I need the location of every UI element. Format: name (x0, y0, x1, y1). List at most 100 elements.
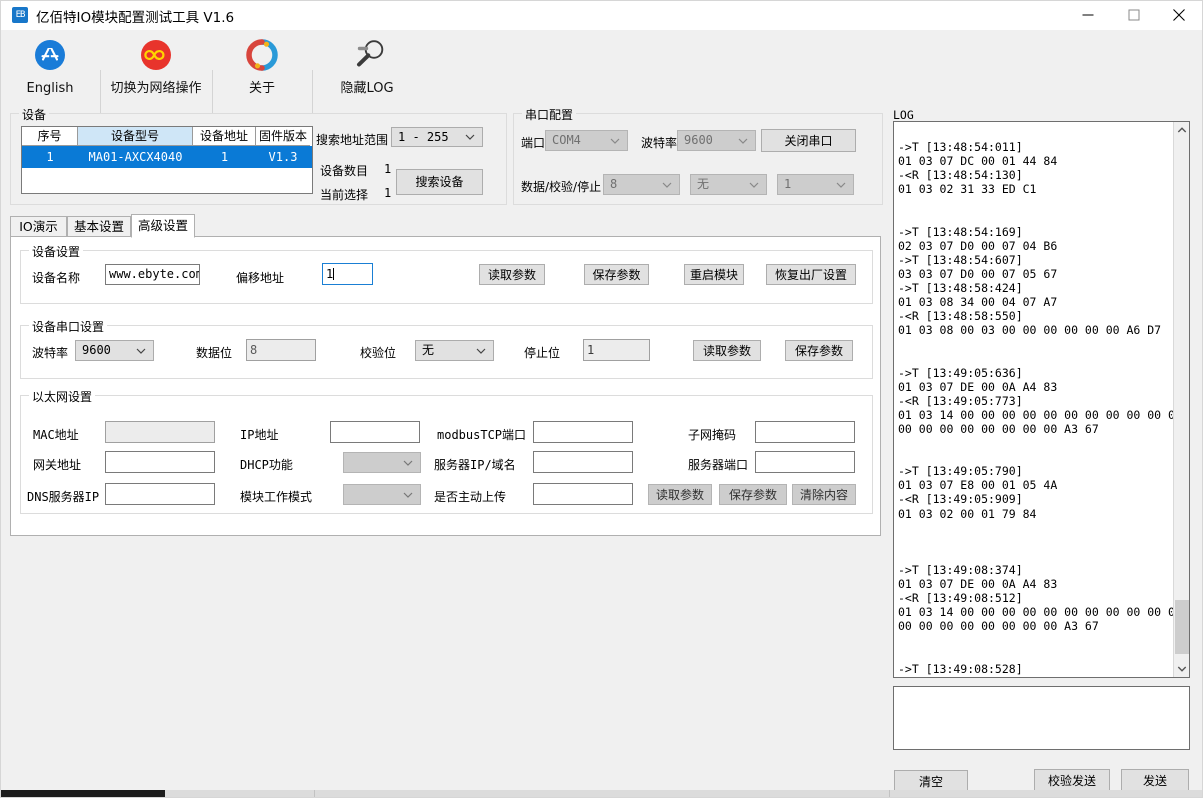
factory-reset-button[interactable]: 恢复出厂设置 (766, 264, 856, 285)
parity-select[interactable]: 无 (690, 174, 767, 195)
dev-data-bits-input[interactable]: 8 (246, 339, 316, 361)
device-serial-settings-title: 设备串口设置 (29, 318, 107, 335)
read-params-button-device[interactable]: 读取参数 (479, 264, 545, 285)
chevron-down-icon (836, 182, 846, 188)
cell-model: MA01-AXCX4040 (78, 146, 193, 168)
device-name-input[interactable]: www.ebyte.com (105, 264, 200, 285)
table-column-index[interactable]: 序号 (22, 127, 78, 146)
taskbar-segment (890, 790, 1203, 798)
dev-stop-bits-input[interactable]: 1 (583, 339, 650, 361)
dev-parity-select[interactable]: 无 (415, 340, 494, 361)
infinity-icon (139, 38, 173, 72)
read-params-button-serial[interactable]: 读取参数 (693, 340, 761, 361)
table-column-model[interactable]: 设备型号 (78, 127, 193, 146)
server-port-input[interactable] (755, 451, 855, 473)
data-bits-select[interactable]: 8 (603, 174, 680, 195)
restart-module-button[interactable]: 重启模块 (684, 264, 744, 285)
log-output[interactable]: ->T [13:48:54:011] 01 03 07 DC 00 01 44 … (893, 121, 1190, 678)
send-input[interactable] (893, 686, 1190, 750)
auto-upload-input[interactable] (533, 483, 633, 505)
work-mode-label: 模块工作模式 (240, 488, 312, 505)
port-value: COM4 (552, 131, 581, 150)
dev-baud-value: 9600 (82, 341, 111, 360)
ip-address-input[interactable] (330, 421, 420, 443)
clear-content-button[interactable]: 清除内容 (792, 484, 856, 505)
table-header-row: 序号 设备型号 设备地址 固件版本 (22, 127, 312, 146)
save-params-button-ethernet[interactable]: 保存参数 (719, 484, 787, 505)
mac-address-label: MAC地址 (33, 426, 79, 443)
save-params-button-device[interactable]: 保存参数 (584, 264, 649, 285)
subnet-mask-input[interactable] (755, 421, 855, 443)
maximize-button[interactable] (1111, 0, 1156, 30)
scroll-up-icon[interactable] (1174, 122, 1190, 138)
gateway-label: 网关地址 (33, 456, 81, 473)
offset-address-input[interactable]: 1 (322, 263, 373, 285)
table-column-firmware[interactable]: 固件版本 (256, 127, 310, 146)
server-ip-input[interactable] (533, 451, 633, 473)
close-serial-button[interactable]: 关闭串口 (761, 129, 856, 152)
table-row[interactable]: 1 MA01-AXCX4040 1 V1.3 (22, 146, 312, 168)
log-scrollbar[interactable] (1173, 122, 1189, 677)
log-text: ->T [13:48:54:011] 01 03 07 DC 00 01 44 … (898, 126, 1153, 678)
application-window: EB 亿佰特IO模块配置测试工具 V1.6 English (0, 0, 1203, 798)
device-count-value: 1 (384, 162, 391, 176)
toolbar-item-label: 隐藏LOG (322, 77, 412, 96)
dhcp-label: DHCP功能 (240, 456, 293, 473)
port-label: 端口 (521, 134, 545, 151)
toolbar-item-label: English (12, 81, 88, 96)
title-bar: EB 亿佰特IO模块配置测试工具 V1.6 (0, 0, 1203, 30)
toolbar-separator (100, 70, 101, 114)
scrollbar-thumb[interactable] (1175, 600, 1189, 654)
current-selection-value: 1 (384, 186, 391, 200)
dns-server-label: DNS服务器IP (27, 488, 99, 505)
offset-address-label: 偏移地址 (236, 269, 284, 286)
cell-firmware: V1.3 (256, 146, 310, 168)
dhcp-select[interactable] (343, 452, 421, 473)
close-button[interactable] (1156, 0, 1201, 30)
offset-address-value: 1 (326, 267, 333, 281)
toolbar-item-switch-network[interactable]: 切换为网络操作 (106, 36, 206, 98)
toolbar-item-hide-log[interactable]: 隐藏LOG (322, 36, 412, 98)
data-bits-value: 8 (610, 175, 617, 194)
chevron-down-icon (476, 348, 486, 354)
search-device-button[interactable]: 搜索设备 (396, 169, 483, 195)
mac-address-input[interactable] (105, 421, 215, 443)
search-range-select[interactable]: 1 - 255 (391, 127, 483, 147)
modbustcp-port-input[interactable] (533, 421, 633, 443)
dev-baud-label: 波特率 (32, 344, 68, 361)
chevron-down-icon (136, 348, 146, 354)
toolbar-item-english[interactable]: English (12, 36, 88, 98)
magnifier-icon (350, 38, 384, 72)
dev-baud-select[interactable]: 9600 (75, 340, 154, 361)
tab-advanced-settings[interactable]: 高级设置 (131, 214, 195, 238)
subnet-mask-label: 子网掩码 (688, 426, 736, 443)
server-port-label: 服务器端口 (688, 456, 748, 473)
minimize-button[interactable] (1065, 0, 1110, 30)
table-column-address[interactable]: 设备地址 (193, 127, 256, 146)
scroll-down-icon[interactable] (1174, 661, 1190, 677)
taskbar (0, 790, 1203, 798)
chevron-down-icon (610, 138, 620, 144)
toolbar: English 切换为网络操作 关于 (0, 30, 1203, 102)
toolbar-item-about[interactable]: 关于 (222, 36, 302, 98)
baud-select[interactable]: 9600 (677, 130, 756, 151)
server-ip-label: 服务器IP/域名 (434, 456, 516, 473)
search-range-value: 1 - 255 (398, 128, 449, 146)
stop-bits-select[interactable]: 1 (777, 174, 854, 195)
port-select[interactable]: COM4 (545, 130, 628, 151)
work-mode-select[interactable] (343, 484, 421, 505)
current-selection-label: 当前选择 (320, 186, 368, 203)
dns-server-input[interactable] (105, 483, 215, 505)
chevron-down-icon (749, 182, 759, 188)
device-table[interactable]: 序号 设备型号 设备地址 固件版本 1 MA01-AXCX4040 1 V1.3 (21, 126, 313, 194)
ebyte-logo-icon: EB (12, 7, 28, 23)
save-params-button-serial[interactable]: 保存参数 (785, 340, 853, 361)
baud-label: 波特率 (641, 134, 677, 151)
text-cursor (333, 268, 334, 280)
tab-basic-settings[interactable]: 基本设置 (67, 216, 131, 237)
tab-io-demo[interactable]: IO演示 (10, 216, 67, 237)
gateway-input[interactable] (105, 451, 215, 473)
toolbar-separator (212, 70, 213, 114)
tab-strip: IO演示 基本设置 高级设置 (10, 214, 881, 237)
read-params-button-ethernet[interactable]: 读取参数 (648, 484, 712, 505)
